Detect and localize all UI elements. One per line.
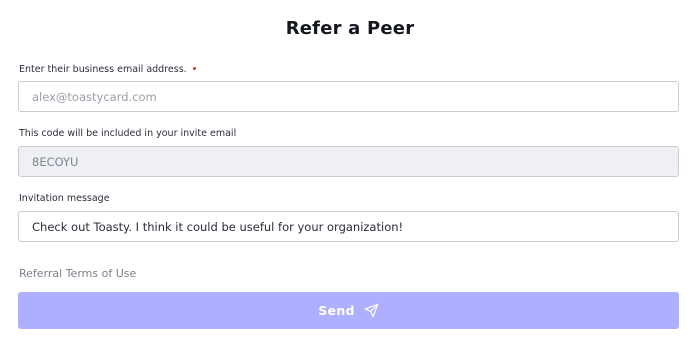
refer-peer-form: Refer a Peer Enter their business email … (0, 0, 700, 349)
required-indicator (192, 67, 196, 70)
invitation-message-input[interactable] (18, 211, 679, 242)
referral-code-field (18, 146, 679, 177)
code-label: This code will be included in your invit… (19, 128, 237, 139)
referral-terms-link[interactable]: Referral Terms of Use (19, 267, 136, 280)
send-button[interactable]: Send (18, 292, 679, 329)
email-label: Enter their business email address. (19, 64, 196, 75)
page-title: Refer a Peer (285, 18, 415, 39)
email-label-text: Enter their business email address. (19, 64, 187, 75)
send-button-label: Send (318, 303, 355, 318)
paper-plane-icon (364, 303, 379, 318)
message-label: Invitation message (19, 193, 110, 204)
email-input[interactable] (18, 81, 679, 112)
